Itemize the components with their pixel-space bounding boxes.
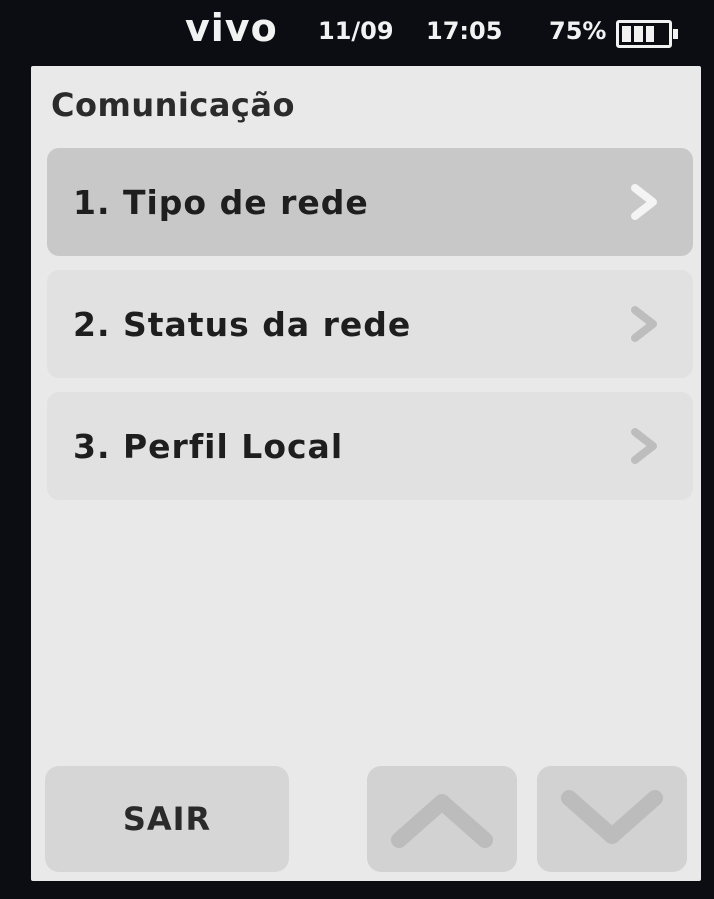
menu-list: 1. Tipo de rede 2. Status da rede 3. Per… (47, 148, 693, 514)
menu-item-label: 2. Status da rede (73, 304, 412, 344)
status-time: 17:05 (426, 17, 503, 45)
scroll-down-button[interactable] (537, 766, 687, 872)
status-bar: vivo 11/09 17:05 75% (0, 0, 714, 64)
chevron-up-icon (391, 794, 493, 848)
chevron-right-icon (631, 428, 657, 464)
status-date: 11/09 (318, 17, 394, 45)
menu-item-network-status[interactable]: 2. Status da rede (47, 270, 693, 378)
menu-screen: Comunicação 1. Tipo de rede 2. Status da… (31, 66, 701, 881)
menu-item-network-type[interactable]: 1. Tipo de rede (47, 148, 693, 256)
scroll-up-button[interactable] (367, 766, 517, 872)
menu-item-label: 1. Tipo de rede (73, 182, 369, 222)
page-title: Comunicação (51, 86, 295, 124)
chevron-right-icon (631, 184, 657, 220)
battery-icon (616, 20, 678, 48)
menu-item-label: 3. Perfil Local (73, 426, 344, 466)
exit-button[interactable]: SAIR (45, 766, 289, 872)
carrier-name: vivo (185, 6, 278, 50)
battery-percent: 75% (549, 17, 607, 45)
chevron-down-icon (561, 790, 663, 844)
pos-terminal: vivo 11/09 17:05 75% Comunicação 1. Tipo… (0, 0, 714, 899)
menu-item-local-profile[interactable]: 3. Perfil Local (47, 392, 693, 500)
exit-button-label: SAIR (122, 800, 212, 838)
chevron-right-icon (631, 306, 657, 342)
